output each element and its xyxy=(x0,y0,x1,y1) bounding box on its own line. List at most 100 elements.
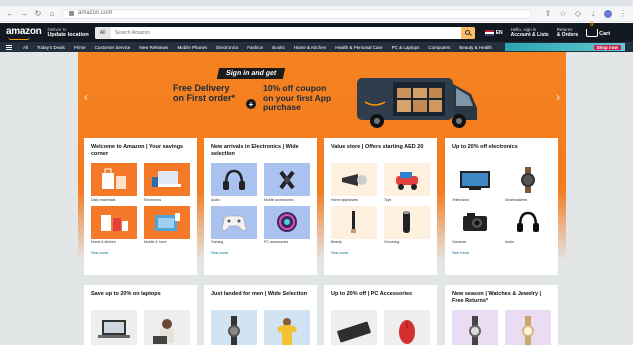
home-icon[interactable]: ⌂ xyxy=(48,9,56,18)
nav-item-computers[interactable]: Computers xyxy=(428,45,450,50)
account-lists-label: Account & Lists xyxy=(510,31,549,38)
tile-beauty[interactable]: Beauty xyxy=(331,205,377,244)
tile-caption: Toys xyxy=(384,197,392,202)
see-more-link[interactable]: See more xyxy=(452,250,551,255)
tile-pc-accessories[interactable]: PC accessories xyxy=(264,205,310,244)
amazon-logo[interactable]: amazon xyxy=(6,25,42,40)
search-input[interactable] xyxy=(110,26,461,39)
tile-gaming[interactable]: Gaming xyxy=(211,205,257,244)
back-icon[interactable]: ← xyxy=(6,9,14,18)
nav-item-todays-deals[interactable]: Today's Deals xyxy=(37,45,65,50)
language-label: EN xyxy=(495,29,503,36)
deliver-to-location[interactable]: Deliver to Update location xyxy=(47,27,88,38)
tile-mobile-accessories[interactable]: Mobile accessories xyxy=(264,163,310,202)
spotlight-icon xyxy=(331,163,377,196)
see-more-link[interactable]: See more xyxy=(211,250,310,255)
tile-watch-1[interactable] xyxy=(452,310,498,345)
tile-men-watch[interactable] xyxy=(211,310,257,345)
search-button[interactable] xyxy=(460,26,475,39)
card-new-arrivals-electronics: New arrivals in Electronics | Wide selec… xyxy=(204,138,317,275)
tile-men-tshirt[interactable] xyxy=(264,310,310,345)
tile-caption: Daily essentials xyxy=(91,197,116,202)
tile-mouse[interactable] xyxy=(384,310,430,345)
download-icon[interactable]: ↓ xyxy=(589,9,597,18)
logo-smile-icon xyxy=(8,37,30,40)
nav-item-prime[interactable]: Prime xyxy=(74,45,86,50)
lock-icon xyxy=(69,11,74,16)
card-title: Just landed for men | Wide Selection xyxy=(211,291,307,297)
see-more-link[interactable]: See more xyxy=(91,250,190,255)
tile-home-kitchen[interactable]: Home & kitchen xyxy=(91,205,137,244)
brush-icon xyxy=(331,205,377,239)
address-bar[interactable]: amazon.com xyxy=(62,8,532,19)
delivery-van-icon xyxy=(357,78,477,128)
gimbal-icon xyxy=(264,163,310,196)
card-watches-jewelry: New season | Watches & Jewelry | Free Re… xyxy=(445,285,558,345)
reload-icon[interactable]: ↻ xyxy=(34,9,42,18)
see-more-link[interactable]: See more xyxy=(331,250,430,255)
tile-person-laptop[interactable] xyxy=(144,310,190,345)
tile-audio[interactable]: Audio xyxy=(211,163,257,202)
profile-avatar[interactable] xyxy=(604,9,612,18)
card-title: Up to 20% off | PC Accessories xyxy=(331,291,413,297)
nav-item-fashion[interactable]: Fashion xyxy=(247,45,263,50)
toy-car-icon xyxy=(384,163,430,196)
tile-home-appliances[interactable]: Home appliances xyxy=(331,163,377,202)
card-title: New arrivals in Electronics | Wide selec… xyxy=(211,144,299,157)
tile-grooming[interactable]: Grooming xyxy=(384,205,430,244)
tile-caption: Gaming xyxy=(211,240,224,244)
nav-item-customer-service[interactable]: Customer Service xyxy=(95,45,131,50)
bookmark-star-icon[interactable]: ☆ xyxy=(559,9,567,18)
subnav-promo-banner[interactable]: Shop now xyxy=(505,43,625,51)
cart-button[interactable]: 0 Cart xyxy=(586,22,611,37)
hero-next-arrow-icon[interactable]: › xyxy=(556,90,560,104)
tile-audio-deals[interactable]: Audio xyxy=(505,205,551,244)
television-icon xyxy=(452,163,498,196)
address-bar-url: amazon.com xyxy=(78,10,113,16)
returns-orders-link[interactable]: Returns & Orders xyxy=(557,27,578,38)
cart-icon: 0 xyxy=(586,22,599,37)
nav-item-new-releases[interactable]: New Releases xyxy=(139,45,168,50)
camera-icon xyxy=(452,205,498,239)
tile-watch-2[interactable] xyxy=(505,310,551,345)
nav-item-pc-laptops[interactable]: PC & Laptops xyxy=(392,45,420,50)
nav-item-electronics[interactable]: Electronics xyxy=(216,45,238,50)
tile-keyboard[interactable] xyxy=(331,310,377,345)
nav-item-home-kitchen[interactable]: Home & Kitchen xyxy=(294,45,327,50)
account-menu[interactable]: Hello, sign in Account & Lists xyxy=(511,27,549,38)
shopping-bags-icon xyxy=(91,163,137,196)
logo-text: amazon xyxy=(6,25,42,37)
hamburger-menu-icon[interactable] xyxy=(6,44,12,50)
coupon-line3: purchase xyxy=(263,102,301,112)
extensions-icon[interactable]: ◇ xyxy=(574,9,582,18)
language-selector[interactable]: EN xyxy=(484,29,503,36)
nav-item-books[interactable]: Books xyxy=(272,45,285,50)
cart-count: 0 xyxy=(590,21,594,28)
tile-caption: Televisions xyxy=(452,197,470,202)
search-bar: All xyxy=(94,26,475,39)
tile-electronics[interactable]: Electronics xyxy=(144,163,190,202)
browser-menu-icon[interactable]: ⋮ xyxy=(619,9,627,18)
nav-item-mobile-phones[interactable]: Mobile Phones xyxy=(177,45,207,50)
tile-daily-essentials[interactable]: Daily essentials xyxy=(91,163,137,202)
orders-label: & Orders xyxy=(556,31,579,38)
tile-caption: Smartwatches xyxy=(505,197,528,202)
tile-smartwatches[interactable]: Smartwatches xyxy=(505,163,551,202)
hero-prev-arrow-icon[interactable]: ‹ xyxy=(84,90,88,104)
card-title: Welcome to Amazon | Your savings corner xyxy=(91,144,184,157)
tile-mobile-more[interactable]: Mobile & more xyxy=(144,205,190,244)
search-category-select[interactable]: All xyxy=(94,26,111,39)
share-icon[interactable]: ⇪ xyxy=(544,9,552,18)
cart-label: Cart xyxy=(599,30,611,37)
nav-item-all[interactable]: All xyxy=(23,45,28,50)
tile-laptop[interactable] xyxy=(91,310,137,345)
tile-caption: Cameras xyxy=(452,240,467,244)
tile-cameras[interactable]: Cameras xyxy=(452,205,498,244)
forward-icon[interactable]: → xyxy=(20,9,28,18)
tile-televisions[interactable]: Televisions xyxy=(452,163,498,202)
nav-item-health[interactable]: Health & Personal Care xyxy=(335,45,382,50)
signin-badge: Sign in and get xyxy=(216,68,286,79)
nav-item-beauty[interactable]: Beauty & Health xyxy=(459,45,492,50)
tile-toys[interactable]: Toys xyxy=(384,163,430,202)
free-delivery-offer: Free Delivery on First order* xyxy=(173,83,235,103)
